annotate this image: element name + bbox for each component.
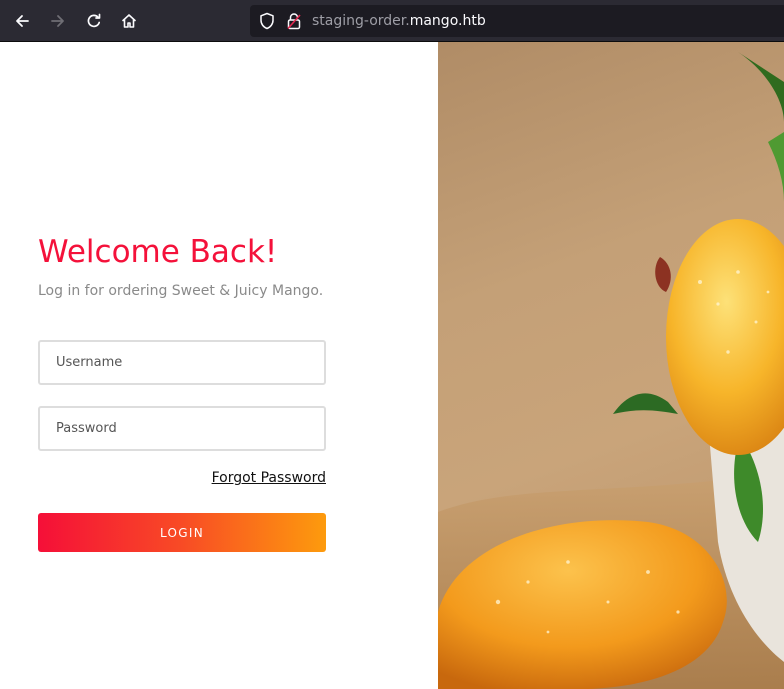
login-form: Welcome Back! Log in for ordering Sweet … — [38, 42, 326, 689]
mango-hero-image — [438, 42, 784, 689]
mango-illustration — [438, 52, 784, 689]
browser-toolbar: staging-order.mango.htb — [0, 0, 784, 42]
password-input[interactable] — [38, 406, 326, 451]
url-subdomain: staging-order. — [312, 13, 410, 29]
address-bar[interactable]: staging-order.mango.htb — [250, 5, 784, 37]
url-text[interactable]: staging-order.mango.htb — [312, 12, 486, 30]
shield-icon[interactable] — [258, 12, 276, 30]
home-button[interactable] — [115, 7, 143, 35]
forward-button[interactable] — [44, 7, 72, 35]
forgot-password-link[interactable]: Forgot Password — [212, 469, 326, 487]
reload-icon — [87, 13, 101, 28]
arrow-left-icon — [16, 15, 29, 27]
page-content: Welcome Back! Log in for ordering Sweet … — [0, 42, 784, 689]
reload-button[interactable] — [80, 7, 108, 35]
back-button[interactable] — [8, 7, 36, 35]
page-subtitle: Log in for ordering Sweet & Juicy Mango. — [38, 283, 324, 299]
page-title: Welcome Back! — [38, 234, 278, 270]
arrow-right-icon — [51, 15, 64, 27]
url-domain: mango.htb — [409, 13, 486, 29]
login-button[interactable]: LOGIN — [38, 513, 326, 552]
lock-icon[interactable] — [286, 12, 302, 30]
home-icon — [122, 14, 136, 28]
username-input[interactable] — [38, 340, 326, 385]
